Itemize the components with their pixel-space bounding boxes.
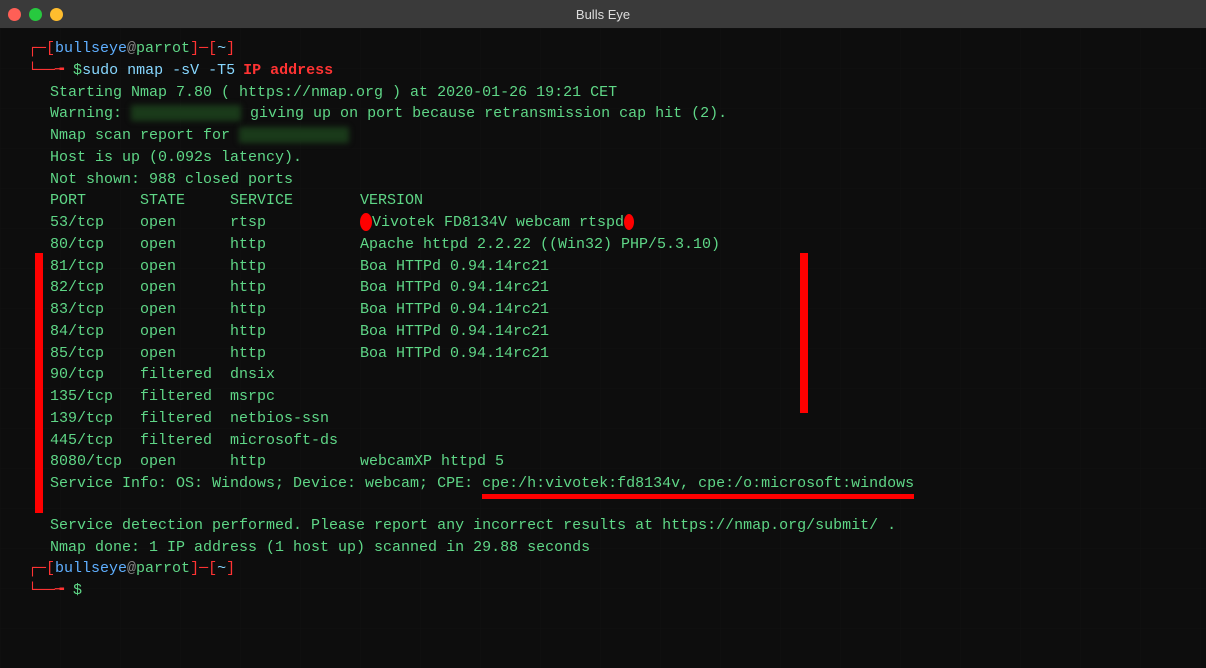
prompt-user: bullseye [55, 40, 127, 57]
prompt-host: parrot [136, 40, 190, 57]
table-row: 84/tcpopenhttpBoa HTTPd 0.94.14rc21 [50, 321, 1196, 343]
prompt-symbol: $ [73, 62, 82, 79]
minimize-button[interactable] [29, 8, 42, 21]
table-row: 139/tcpfilterednetbios-ssn [50, 408, 1196, 430]
annotation-underline: cpe:/h:vivotek:fd8134v, cpe:/o:microsoft… [482, 475, 914, 499]
table-row: 53/tcpopenrtspVivotek FD8134V webcam rts… [50, 212, 1196, 234]
output-not-shown: Not shown: 988 closed ports [50, 169, 1196, 191]
table-row: 90/tcpfiltereddnsix [50, 364, 1196, 386]
window-title: Bulls Eye [576, 7, 630, 22]
output-detection: Service detection performed. Please repo… [50, 515, 1196, 537]
output-host-up: Host is up (0.092s latency). [50, 147, 1196, 169]
redacted-ip [131, 105, 241, 121]
table-row: 445/tcpfilteredmicrosoft-ds [50, 430, 1196, 452]
ip-address-label: IP address [243, 62, 333, 79]
redacted-ip [239, 127, 349, 143]
output-done: Nmap done: 1 IP address (1 host up) scan… [50, 537, 1196, 559]
annotation-oval [360, 213, 372, 231]
prompt-line-2: ┌─[bullseye@parrot]─[~] [50, 558, 1196, 580]
annotation-bar-right [800, 253, 808, 413]
table-header: PORTSTATESERVICEVERSION [50, 190, 1196, 212]
table-row: 82/tcpopenhttpBoa HTTPd 0.94.14rc21 [50, 277, 1196, 299]
close-button[interactable] [8, 8, 21, 21]
annotation-oval [624, 214, 634, 230]
table-row: 83/tcpopenhttpBoa HTTPd 0.94.14rc21 [50, 299, 1196, 321]
prompt-cwd: ~ [217, 40, 226, 57]
prompt-cursor-line[interactable]: └──╼ $ [50, 580, 1196, 602]
maximize-button[interactable] [50, 8, 63, 21]
table-row: 8080/tcpopenhttpwebcamXP httpd 5 [50, 451, 1196, 473]
terminal[interactable]: ┌─[bullseye@parrot]─[~] └──╼ $ sudo nmap … [0, 28, 1206, 668]
annotation-bar-left [35, 253, 43, 513]
output-scan-report: Nmap scan report for [50, 125, 1196, 147]
table-row: 81/tcpopenhttpBoa HTTPd 0.94.14rc21 [50, 256, 1196, 278]
window-controls [8, 8, 63, 21]
prompt-line-1: ┌─[bullseye@parrot]─[~] [50, 38, 1196, 60]
service-info: Service Info: OS: Windows; Device: webca… [50, 473, 1196, 495]
output-starting: Starting Nmap 7.80 ( https://nmap.org ) … [50, 82, 1196, 104]
table-row: 85/tcpopenhttpBoa HTTPd 0.94.14rc21 [50, 343, 1196, 365]
table-row: 80/tcpopenhttpApache httpd 2.2.22 ((Win3… [50, 234, 1196, 256]
command-line: └──╼ $sudo nmap -sV -T5IP address [50, 60, 1196, 82]
command-text: sudo nmap -sV -T5 [82, 62, 235, 79]
titlebar: Bulls Eye [0, 0, 1206, 28]
table-row: 135/tcpfilteredmsrpc [50, 386, 1196, 408]
output-warning: Warning: giving up on port because retra… [50, 103, 1196, 125]
